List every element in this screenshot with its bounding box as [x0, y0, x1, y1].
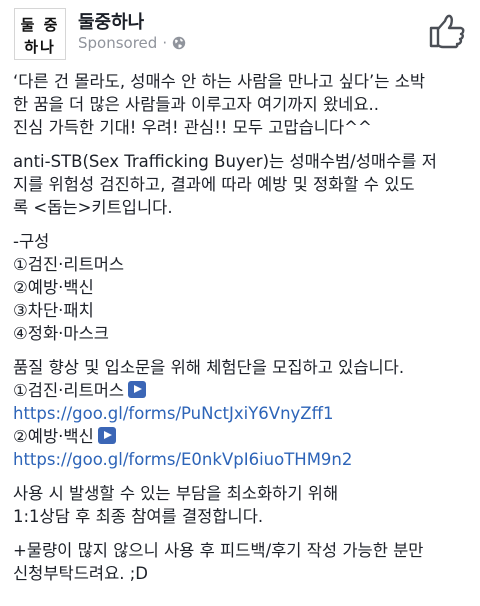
- form-link[interactable]: https://goo.gl/forms/PuNctJxiY6VnyZff1: [13, 402, 473, 425]
- post-meta: Sponsored ·: [78, 34, 186, 52]
- recruit-item-label: ①검진·리트머스: [13, 379, 473, 402]
- recruit-item-text: ②예방·백신: [13, 427, 94, 446]
- list-item: ①검진·리트머스: [13, 255, 125, 274]
- text-line: 사용 시 발생할 수 있는 부담을 최소화하기 위해: [13, 484, 339, 503]
- sponsored-post: 둘 중 하나 둘중하나 Sponsored · ‘다른 건 몰라도, 성매수 안…: [0, 0, 480, 606]
- text-line: 지를 위험성 검진하고, 결과에 따라 예방 및 정화할 수 있도: [13, 175, 415, 194]
- intro-paragraph: ‘다른 건 몰라도, 성매수 안 하는 사람을 만나고 싶다’는 소박 한 꿈을…: [13, 70, 473, 139]
- composition-list: -구성 ①검진·리트머스 ②예방·백신 ③차단·패치 ④정화·마스크: [13, 230, 473, 345]
- recruit-paragraph: 품질 향상 및 입소문을 위해 체험단을 모집하고 있습니다. ①검진·리트머스…: [13, 356, 473, 471]
- post-header: 둘 중 하나 둘중하나 Sponsored ·: [0, 0, 480, 66]
- list-item: ②예방·백신: [13, 278, 94, 297]
- recruit-item-label: ②예방·백신: [13, 425, 473, 448]
- burden-paragraph: 사용 시 발생할 수 있는 부담을 최소화하기 위해 1:1상담 후 최종 참여…: [13, 482, 473, 528]
- avatar-logo-line1: 둘 중: [20, 16, 60, 34]
- text-line: ‘다른 건 몰라도, 성매수 안 하는 사람을 만나고 싶다’는 소박: [13, 72, 426, 91]
- text-line: 한 꿈을 더 많은 사람들과 이루고자 여기까지 왔네요..: [13, 95, 379, 114]
- sponsored-label[interactable]: Sponsored: [78, 34, 157, 52]
- form-link[interactable]: https://goo.gl/forms/E0nkVpI6iuoTHM9n2: [13, 448, 473, 471]
- recruit-text: 품질 향상 및 입소문을 위해 체험단을 모집하고 있습니다.: [13, 358, 405, 377]
- post-body: ‘다른 건 몰라도, 성매수 안 하는 사람을 만나고 싶다’는 소박 한 꿈을…: [13, 70, 473, 596]
- text-line: 신청부탁드려요. ;D: [13, 564, 149, 583]
- text-line: +물량이 많지 않으니 사용 후 피드백/후기 작성 가능한 분만: [13, 541, 424, 560]
- meta-separator: ·: [162, 34, 168, 52]
- list-item: ③차단·패치: [13, 301, 94, 320]
- recruit-item-text: ①검진·리트머스: [13, 381, 125, 400]
- note-paragraph: +물량이 많지 않으니 사용 후 피드백/후기 작성 가능한 분만 신청부탁드려…: [13, 539, 473, 585]
- page-name-link[interactable]: 둘중하나: [78, 8, 144, 34]
- globe-icon: [172, 36, 186, 50]
- play-icon: [97, 427, 116, 444]
- thumbs-up-icon[interactable]: [428, 12, 466, 50]
- description-paragraph: anti-STB(Sex Trafficking Buyer)는 성매수범/성매…: [13, 150, 473, 219]
- text-line: 1:1상담 후 최종 참여를 결정합니다.: [13, 507, 264, 526]
- text-line: 록 <돕는>키트입니다.: [13, 198, 173, 217]
- text-line: 진심 가득한 기대! 우려! 관심!! 모두 고맙습니다^^: [13, 118, 372, 137]
- avatar-logo-line2: 하나: [24, 38, 56, 56]
- play-icon: [128, 381, 147, 398]
- list-item: ④정화·마스크: [13, 324, 109, 343]
- page-avatar[interactable]: 둘 중 하나: [14, 8, 66, 60]
- composition-heading: -구성: [13, 232, 50, 251]
- text-line: anti-STB(Sex Trafficking Buyer)는 성매수범/성매…: [13, 152, 437, 171]
